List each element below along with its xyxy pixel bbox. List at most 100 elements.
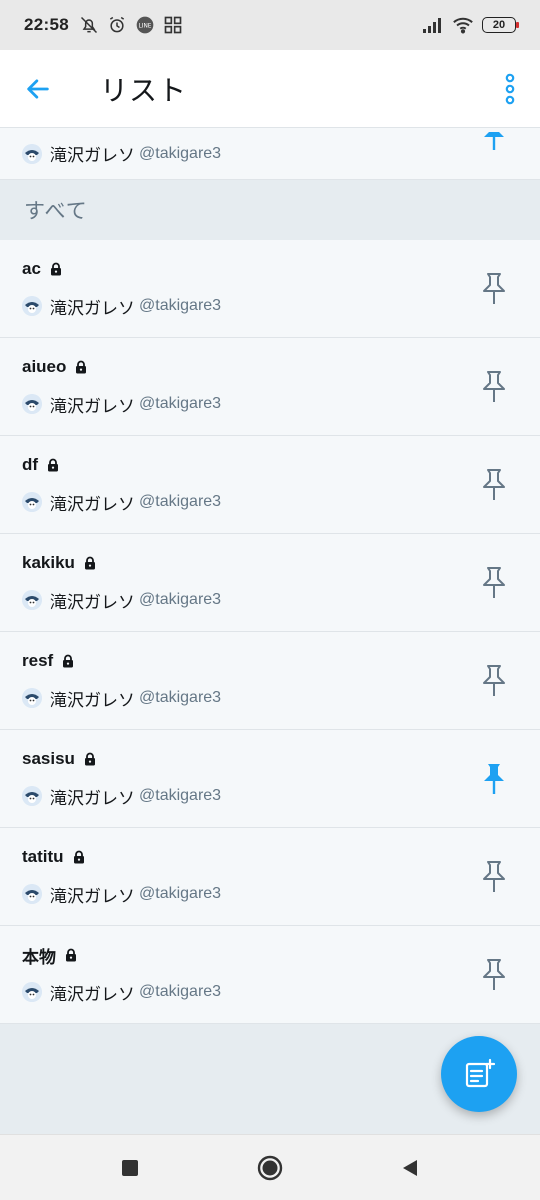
create-list-button[interactable] — [441, 1036, 517, 1112]
list-name-row: 本物 — [22, 944, 518, 967]
avatar — [22, 143, 42, 164]
list-name-row: ac — [22, 258, 518, 280]
owner-name: 滝沢ガレソ — [50, 788, 135, 808]
app-bar: リスト — [0, 50, 540, 128]
pin-outline-icon — [483, 664, 505, 696]
lock-icon — [83, 556, 97, 570]
list-item[interactable]: resf 滝沢ガレソ @takigare3 — [0, 632, 540, 730]
pin-button[interactable] — [470, 657, 518, 705]
lock-icon — [74, 360, 88, 374]
avatar — [22, 786, 42, 806]
list-name: resf — [22, 651, 54, 670]
list-item[interactable]: tatitu 滝沢ガレソ @takigare3 — [0, 828, 540, 926]
list-name-row: aiueo — [22, 356, 518, 378]
apps-grid-icon — [163, 15, 183, 35]
owner-row: 滝沢ガレソ @takigare3 — [22, 392, 518, 416]
lock-icon — [64, 948, 78, 962]
pin-button[interactable] — [470, 132, 518, 152]
recents-button[interactable] — [100, 1138, 160, 1198]
pin-button[interactable] — [470, 265, 518, 313]
pin-outline-icon — [483, 566, 505, 598]
list-item[interactable]: df 滝沢ガレソ @takigare3 — [0, 436, 540, 534]
lock-icon — [72, 850, 86, 864]
avatar — [22, 296, 42, 316]
arrow-left-icon — [27, 78, 49, 99]
owner-row: 滝沢ガレソ @takigare3 — [22, 980, 518, 1004]
owner-name: 滝沢ガレソ — [50, 886, 135, 906]
pinned-list-item[interactable]: 滝沢ガレソ @takigare3 — [0, 128, 540, 180]
avatar — [22, 884, 42, 904]
list-item[interactable]: sasisu 滝沢ガレソ @takigare3 — [0, 730, 540, 828]
back-nav-button[interactable] — [380, 1138, 440, 1198]
list-name-row: sasisu — [22, 748, 518, 770]
pin-outline-icon — [483, 860, 505, 892]
owner-row: 滝沢ガレソ @takigare3 — [22, 882, 518, 906]
owner-handle: @takigare3 — [139, 297, 222, 314]
owner-handle: @takigare3 — [139, 983, 222, 1000]
list-item[interactable]: 本物 滝沢ガレソ @takigare3 — [0, 926, 540, 1024]
svg-text:LINE: LINE — [138, 24, 151, 30]
owner-name: 滝沢ガレソ — [50, 690, 135, 710]
owner-handle: @takigare3 — [139, 689, 222, 706]
status-icons-right: 20 — [422, 16, 519, 34]
recents-square-icon — [122, 1159, 138, 1176]
avatar — [22, 590, 42, 610]
avatar — [22, 688, 42, 708]
list-name-row: resf — [22, 650, 518, 672]
line-app-icon: LINE — [135, 15, 155, 35]
more-options-button[interactable] — [480, 50, 540, 128]
battery-indicator: 20 — [482, 17, 519, 33]
signal-icon — [422, 17, 444, 33]
pin-button[interactable] — [470, 559, 518, 607]
status-bar: 22:58 LINE 20 — [0, 0, 540, 50]
section-header-all: すべて — [0, 180, 540, 240]
back-triangle-icon — [403, 1159, 417, 1176]
lock-icon — [46, 458, 60, 472]
list-name-row: tatitu — [22, 846, 518, 868]
pin-button[interactable] — [470, 755, 518, 803]
home-button[interactable] — [240, 1138, 300, 1198]
owner-name: 滝沢ガレソ — [50, 298, 135, 318]
pin-button[interactable] — [470, 363, 518, 411]
pin-button[interactable] — [470, 853, 518, 901]
list-name-row: df — [22, 454, 518, 476]
list-name: 本物 — [22, 947, 56, 967]
owner-handle: @takigare3 — [139, 144, 222, 162]
owner-handle: @takigare3 — [139, 591, 222, 608]
list-name: df — [22, 455, 39, 474]
avatar — [22, 982, 42, 1002]
list-item[interactable]: aiueo 滝沢ガレソ @takigare3 — [0, 338, 540, 436]
pin-outline-icon — [483, 370, 505, 402]
pin-button[interactable] — [470, 951, 518, 999]
owner-row: 滝沢ガレソ @takigare3 — [22, 294, 518, 318]
list-item[interactable]: ac 滝沢ガレソ @takigare3 — [0, 240, 540, 338]
owner-handle: @takigare3 — [139, 395, 222, 412]
lock-icon — [83, 752, 97, 766]
pin-outline-icon — [483, 958, 505, 990]
owner-name: 滝沢ガレソ — [50, 494, 135, 514]
owner-row: 滝沢ガレソ @takigare3 — [22, 784, 518, 808]
pin-outline-icon — [483, 468, 505, 500]
more-vertical-icon — [505, 73, 515, 104]
owner-row: 滝沢ガレソ @takigare3 — [22, 142, 221, 166]
pin-outline-icon — [483, 272, 505, 304]
back-button[interactable] — [0, 50, 76, 128]
owner-name: 滝沢ガレソ — [50, 146, 135, 165]
alarm-icon — [107, 15, 127, 35]
owner-row: 滝沢ガレソ @takigare3 — [22, 686, 518, 710]
page-title: リスト — [100, 74, 188, 106]
list-name: ac — [22, 259, 41, 278]
pin-button[interactable] — [470, 461, 518, 509]
owner-name: 滝沢ガレソ — [50, 396, 135, 416]
list-name: tatitu — [22, 847, 64, 866]
owner-row: 滝沢ガレソ @takigare3 — [22, 588, 518, 612]
list-item[interactable]: kakiku 滝沢ガレソ @takigare3 — [0, 534, 540, 632]
owner-handle: @takigare3 — [139, 885, 222, 902]
screen: 22:58 LINE 20 リスト 滝沢ガレソ @takigare3 すべて a… — [0, 0, 540, 1200]
bell-off-icon — [79, 15, 99, 35]
new-list-icon — [465, 1058, 496, 1088]
avatar — [22, 394, 42, 414]
status-icons-left: LINE — [79, 15, 183, 35]
owner-handle: @takigare3 — [139, 787, 222, 804]
owner-row: 滝沢ガレソ @takigare3 — [22, 490, 518, 514]
